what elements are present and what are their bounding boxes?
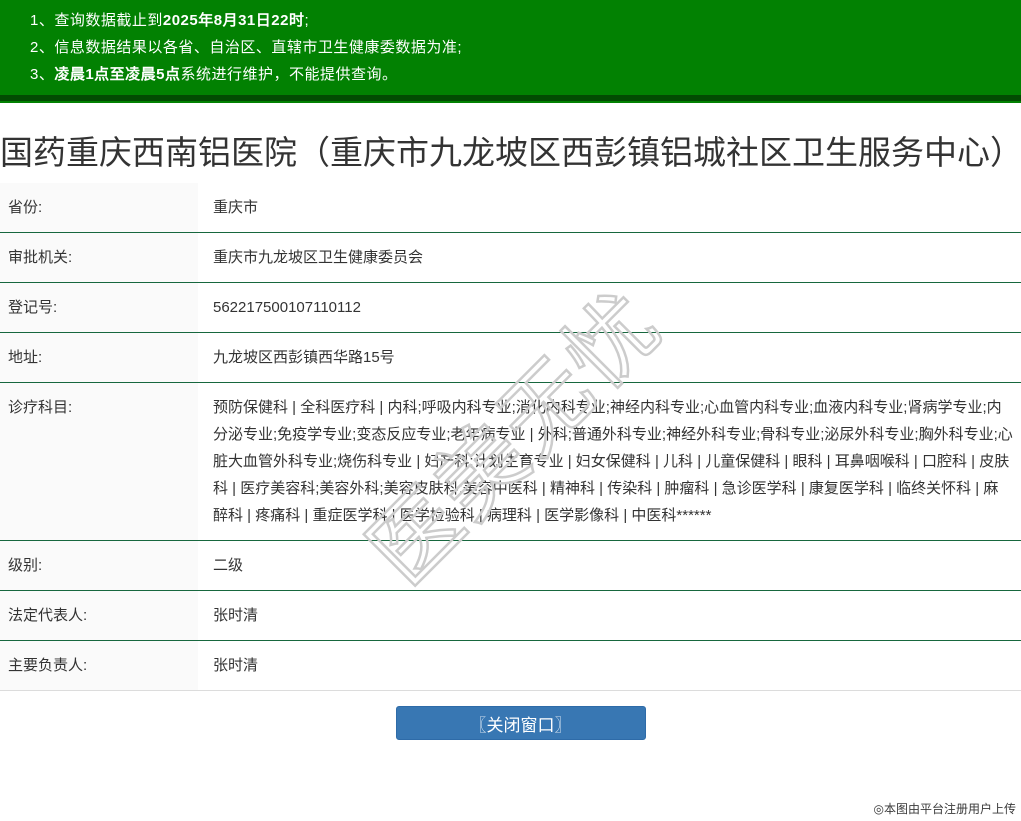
field-label: 地址: (0, 333, 198, 383)
notice-number: 3、 (30, 66, 54, 83)
field-value: 重庆市九龙坡区卫生健康委员会 (198, 233, 1021, 283)
notice-item: 3、凌晨1点至凌晨5点系统进行维护，不能提供查询。 (30, 61, 1011, 88)
table-row: 诊疗科目:预防保健科 | 全科医疗科 | 内科;呼吸内科专业;消化内科专业;神经… (0, 383, 1021, 541)
info-table-body: 省份:重庆市审批机关:重庆市九龙坡区卫生健康委员会登记号:56221750010… (0, 183, 1021, 691)
field-value: 九龙坡区西彭镇西华路15号 (198, 333, 1021, 383)
notice-text: ; (304, 12, 309, 29)
notice-text: 查询数据截止到 (54, 12, 163, 29)
notice-text: 信息数据结果以各省、自治区、直辖市卫生健康委数据为准; (54, 39, 462, 56)
field-value: 张时清 (198, 641, 1021, 691)
notice-item: 1、查询数据截止到2025年8月31日22时; (30, 7, 1011, 34)
field-label: 登记号: (0, 283, 198, 333)
field-value: 二级 (198, 541, 1021, 591)
table-row: 级别:二级 (0, 541, 1021, 591)
button-row: 〖关闭窗口〗 (0, 706, 1021, 740)
table-row: 法定代表人:张时清 (0, 591, 1021, 641)
table-row: 地址:九龙坡区西彭镇西华路15号 (0, 333, 1021, 383)
field-label: 级别: (0, 541, 198, 591)
field-label: 主要负责人: (0, 641, 198, 691)
notice-number: 2、 (30, 39, 54, 56)
field-value: 562217500107110112 (198, 283, 1021, 333)
field-label: 省份: (0, 183, 198, 233)
notice-bar: 1、查询数据截止到2025年8月31日22时; 2、信息数据结果以各省、自治区、… (0, 0, 1021, 101)
page-title: 国药重庆西南铝医院（重庆市九龙坡区西彭镇铝城社区卫生服务中心） (0, 123, 1021, 183)
field-value: 重庆市 (198, 183, 1021, 233)
field-label: 法定代表人: (0, 591, 198, 641)
close-window-button[interactable]: 〖关闭窗口〗 (396, 706, 646, 740)
field-label: 审批机关: (0, 233, 198, 283)
table-row: 主要负责人:张时清 (0, 641, 1021, 691)
notice-number: 1、 (30, 12, 54, 29)
table-row: 省份:重庆市 (0, 183, 1021, 233)
field-value: 预防保健科 | 全科医疗科 | 内科;呼吸内科专业;消化内科专业;神经内科专业;… (198, 383, 1021, 541)
notice-text-bold: 2025年8月31日22时 (163, 12, 305, 29)
table-row: 审批机关:重庆市九龙坡区卫生健康委员会 (0, 233, 1021, 283)
notice-item: 2、信息数据结果以各省、自治区、直辖市卫生健康委数据为准; (30, 34, 1011, 61)
field-label: 诊疗科目: (0, 383, 198, 541)
info-table: 省份:重庆市审批机关:重庆市九龙坡区卫生健康委员会登记号:56221750010… (0, 183, 1021, 691)
table-row: 登记号:562217500107110112 (0, 283, 1021, 333)
upload-credit-note: ◎本图由平台注册用户上传 (874, 800, 1016, 817)
field-value: 张时清 (198, 591, 1021, 641)
notice-text-bold: 凌晨1点至凌晨5点 (54, 66, 180, 83)
notice-text: 系统进行维护，不能提供查询。 (181, 66, 398, 83)
